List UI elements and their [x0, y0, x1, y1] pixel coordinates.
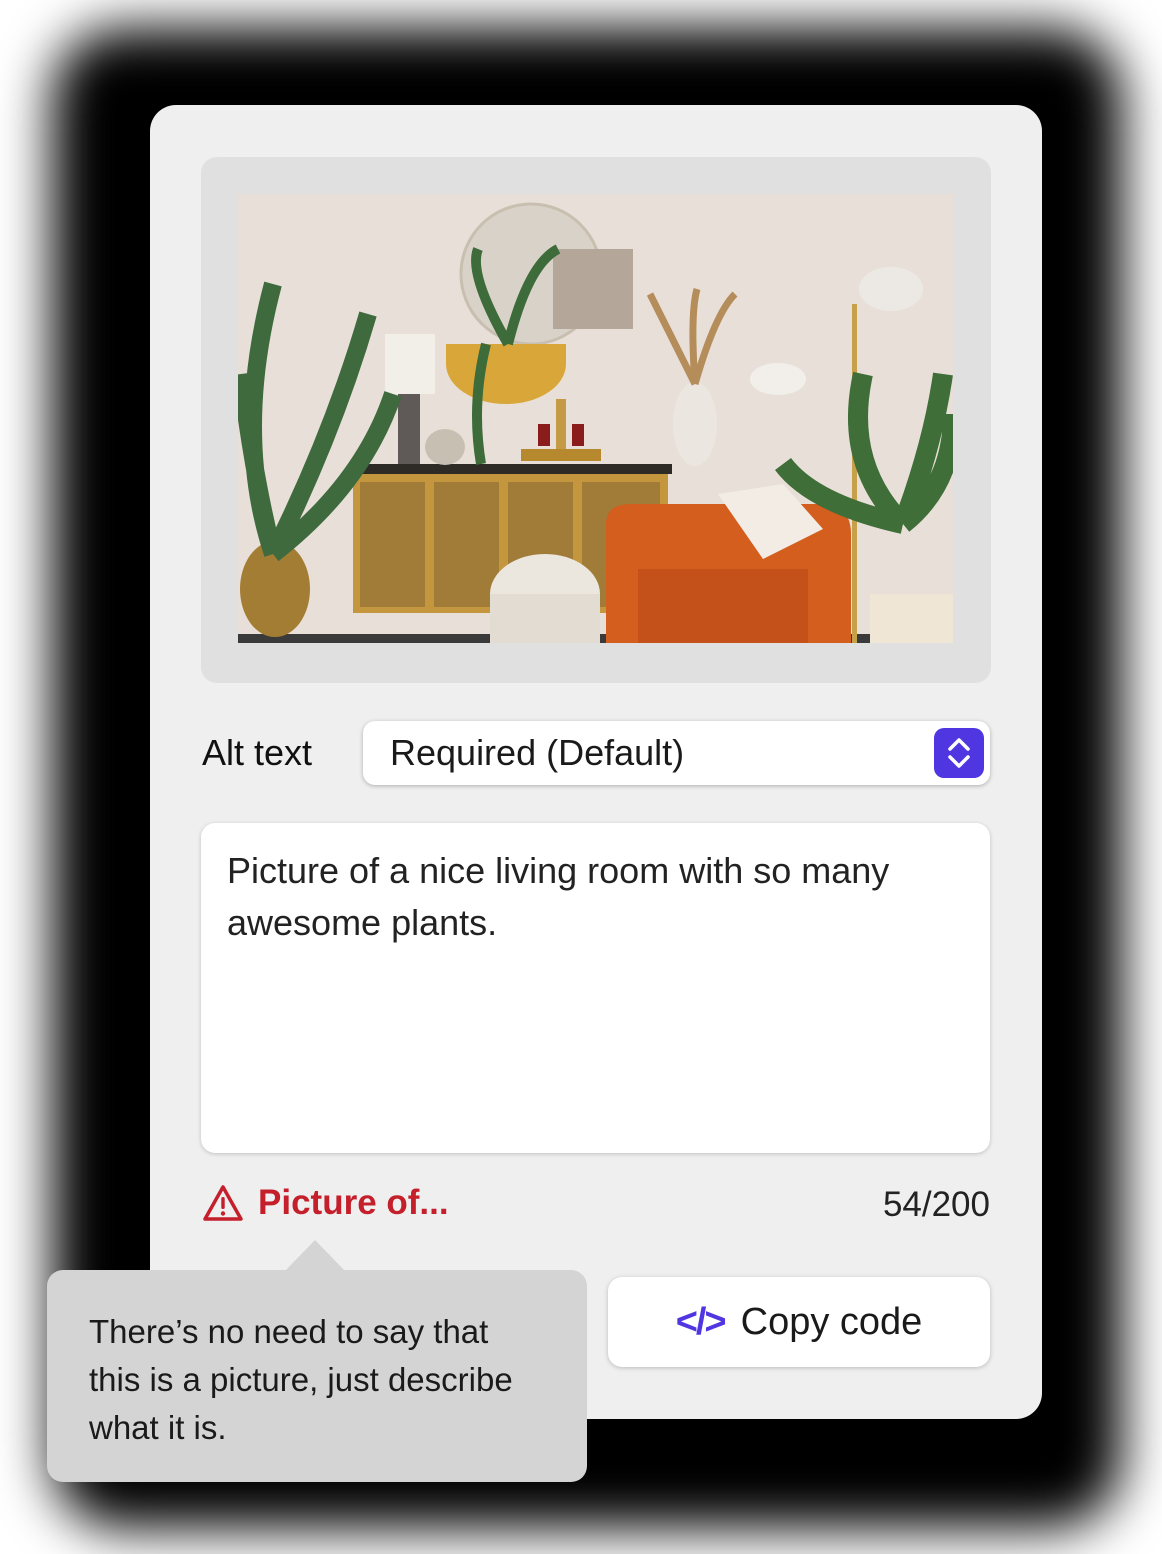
alt-text-warning[interactable]: Picture of... — [202, 1181, 449, 1225]
tooltip-text: There’s no need to say that this is a pi… — [89, 1313, 513, 1446]
warning-triangle-icon — [203, 1185, 243, 1221]
copy-code-label: Copy code — [740, 1300, 923, 1343]
chevron-up-down-icon[interactable] — [934, 728, 984, 778]
alt-text-requirement-select[interactable]: Required (Default) — [363, 721, 990, 785]
alt-text-panel: Alt text Required (Default) Picture of a… — [150, 105, 1042, 1419]
select-value: Required (Default) — [390, 732, 685, 773]
living-room-photo — [238, 194, 953, 643]
alt-text-label: Alt text — [202, 732, 313, 773]
character-counter: 54/200 — [882, 1185, 990, 1224]
alt-text-input[interactable]: Picture of a nice living room with so ma… — [201, 823, 990, 1153]
tooltip-arrow — [285, 1240, 345, 1271]
warning-text: Picture of... — [258, 1183, 449, 1222]
image-preview — [201, 157, 991, 683]
copy-code-button[interactable]: </> Copy code — [608, 1277, 990, 1367]
code-icon: </> — [675, 1300, 727, 1343]
warning-tooltip: There’s no need to say that this is a pi… — [47, 1240, 587, 1482]
